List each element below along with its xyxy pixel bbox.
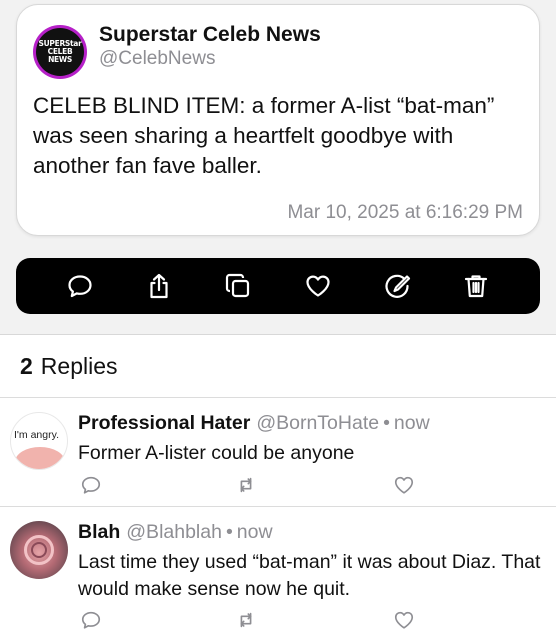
- copy-button[interactable]: [218, 266, 258, 306]
- celeb-news-avatar[interactable]: SUPERStar CELEB NEWS: [33, 25, 87, 79]
- avatar[interactable]: I'm angry.: [10, 412, 68, 470]
- heart-icon: [394, 611, 414, 629]
- post-author-handle[interactable]: @CelebNews: [99, 48, 215, 70]
- like-button[interactable]: [298, 266, 338, 306]
- share-button[interactable]: [139, 266, 179, 306]
- avatar-text-line-3: NEWS: [48, 54, 72, 64]
- reply-icon: [68, 275, 92, 298]
- reply-item[interactable]: I'm angry. Professional Hater @BornToHate…: [0, 398, 556, 506]
- repost-button[interactable]: [233, 607, 259, 633]
- reply-header: Professional Hater @BornToHate • now: [78, 412, 430, 435]
- share-icon: [150, 273, 168, 299]
- reply-actions: [78, 472, 438, 500]
- reply-author-handle[interactable]: @BornToHate: [256, 412, 379, 434]
- avatar-caption: I'm angry.: [14, 429, 59, 441]
- repost-button[interactable]: [233, 472, 259, 498]
- reply-button[interactable]: [78, 472, 104, 498]
- post-action-toolbar: [16, 258, 540, 314]
- post-author-name[interactable]: Superstar Celeb News: [99, 23, 321, 47]
- edit-button[interactable]: [377, 266, 417, 306]
- reply-text: Former A-lister could be anyone: [78, 442, 355, 464]
- edit-icon: [385, 274, 411, 298]
- separator-dot: •: [225, 521, 233, 543]
- like-button[interactable]: [391, 472, 417, 498]
- replies-header: 2 Replies: [20, 353, 118, 380]
- heart-icon: [394, 476, 414, 494]
- post-body: CELEB BLIND ITEM: a former A-list “bat-m…: [33, 93, 495, 178]
- replies-count: 2: [20, 353, 33, 379]
- avatar[interactable]: [10, 521, 68, 579]
- reply-item[interactable]: Blah @Blahblah • now Last time they used “b…: [0, 507, 556, 640]
- reply-button[interactable]: [78, 607, 104, 633]
- reply-header: Blah @Blahblah • now: [78, 521, 273, 544]
- repost-icon: [240, 477, 252, 493]
- delete-button[interactable]: [456, 266, 496, 306]
- reply-author-name[interactable]: Blah: [78, 521, 120, 543]
- avatar-shape: [15, 447, 65, 469]
- reply-text: Last time they used “bat-man” it was abo…: [78, 551, 541, 600]
- reply-author-handle[interactable]: @Blahblah: [126, 521, 222, 543]
- comment-icon: [81, 611, 101, 629]
- repost-icon: [240, 612, 252, 628]
- comment-icon: [81, 476, 101, 494]
- copy-icon: [226, 273, 250, 298]
- reply-time: now: [393, 412, 430, 434]
- heart-icon: [306, 275, 330, 297]
- like-button[interactable]: [391, 607, 417, 633]
- post-timestamp: Mar 10, 2025 at 6:16:29 PM: [287, 202, 523, 223]
- trash-icon: [465, 275, 488, 298]
- separator-dot: •: [383, 412, 390, 434]
- reply-actions: [78, 607, 438, 635]
- reply-button[interactable]: [60, 266, 100, 306]
- reply-author-name[interactable]: Professional Hater: [78, 412, 250, 434]
- reply-time: now: [236, 521, 273, 543]
- avatar-shape: [31, 542, 47, 558]
- replies-label: Replies: [40, 353, 118, 379]
- post-card: SUPERStar CELEB NEWS Superstar Celeb New…: [16, 4, 540, 236]
- replies-section: 2 Replies I'm angry. Professional Hater @B…: [0, 334, 556, 640]
